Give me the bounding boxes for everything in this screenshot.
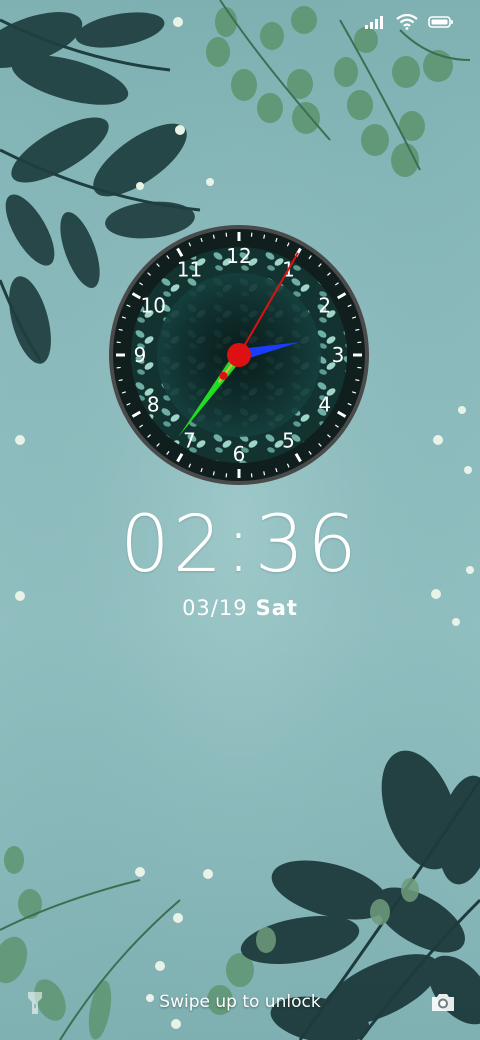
camera-icon[interactable] — [430, 990, 456, 1014]
signal-icon — [365, 16, 383, 29]
minute-tick — [118, 379, 123, 382]
analog-clock: 121234567891011 — [109, 225, 369, 485]
lockscreen-time: 02:36 — [120, 500, 360, 590]
minute-tick — [212, 471, 215, 476]
weekday-text: Sat — [255, 596, 298, 620]
clock-numeral: 12 — [226, 244, 251, 268]
minute-hand-dot — [219, 371, 228, 380]
minute-tick — [263, 234, 266, 239]
minute-tick — [212, 234, 215, 239]
status-bar — [364, 14, 454, 30]
minute-tick — [355, 379, 360, 382]
date-text: 03/19 — [182, 596, 248, 620]
clock-numeral: 5 — [282, 429, 295, 453]
clock-numeral: 7 — [183, 429, 196, 453]
minute-tick — [118, 328, 123, 331]
clock-numeral: 11 — [177, 257, 202, 281]
minute-tick — [355, 328, 360, 331]
clock-center-dot — [227, 343, 251, 367]
swipe-to-unlock-hint[interactable]: Swipe up to unlock — [0, 992, 480, 1012]
clock-numeral: 3 — [332, 343, 345, 367]
analog-clock-widget[interactable]: 121234567891011 — [106, 222, 372, 488]
wifi-icon — [396, 14, 418, 30]
clock-numeral: 10 — [141, 294, 166, 318]
clock-numeral: 4 — [318, 393, 331, 417]
lockscreen-date: 03/19 Sat — [0, 596, 480, 620]
clock-numeral: 9 — [134, 343, 147, 367]
battery-icon — [428, 16, 453, 28]
clock-numeral: 8 — [147, 393, 160, 417]
clock-numeral: 2 — [318, 294, 331, 318]
minute-tick — [263, 471, 266, 476]
bottom-bar: Swipe up to unlock — [0, 988, 480, 1020]
clock-numeral: 6 — [233, 442, 246, 466]
